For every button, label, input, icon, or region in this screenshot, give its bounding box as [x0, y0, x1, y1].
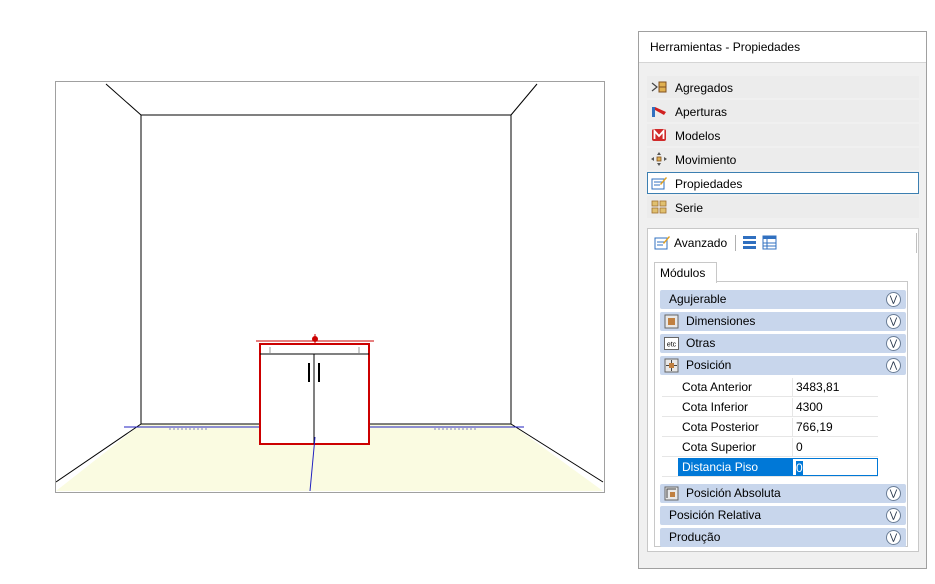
etc-icon: etc	[664, 337, 679, 350]
chevron-down-icon[interactable]: ⋁	[886, 336, 901, 351]
chevron-down-icon[interactable]: ⋁	[886, 530, 901, 545]
property-name: Cota Anterior	[682, 380, 753, 394]
property-row-distancia-piso[interactable]: Distancia Piso 0	[662, 458, 878, 477]
section-label: Agujerable	[669, 292, 727, 306]
aperturas-icon	[652, 107, 666, 117]
property-name: Cota Posterior	[682, 420, 759, 434]
property-name: Cota Inferior	[682, 400, 749, 414]
svg-text:etc: etc	[667, 342, 677, 349]
property-row-cota-posterior[interactable]: Cota Posterior 766,19	[662, 418, 878, 437]
property-row-cota-anterior[interactable]: Cota Anterior 3483,81	[662, 378, 878, 397]
tools-properties-panel: Herramientas - Propiedades Agregados Ape…	[638, 31, 927, 569]
tool-label: Movimiento	[675, 153, 737, 167]
section-posicion[interactable]: Posición ⋀	[660, 356, 906, 375]
property-value[interactable]: 766,19	[792, 418, 878, 436]
property-value[interactable]: 3483,81	[792, 378, 878, 396]
section-producao[interactable]: Produção ⋁	[660, 528, 906, 547]
property-value[interactable]: 4300	[792, 398, 878, 416]
advanced-toolbar: Avanzado	[648, 229, 918, 255]
modelos-icon	[652, 128, 666, 141]
chevron-up-icon[interactable]: ⋀	[886, 358, 901, 373]
selected-value-text[interactable]: 0	[796, 461, 803, 475]
section-posicion-relativa[interactable]: Posición Relativa ⋁	[660, 506, 906, 525]
tool-label: Serie	[675, 201, 704, 215]
tool-label: Modelos	[675, 129, 721, 143]
tool-label: Propiedades	[675, 177, 743, 191]
section-label: Produção	[669, 530, 721, 544]
3d-viewport[interactable]	[55, 81, 605, 493]
propiedades-icon	[651, 177, 667, 190]
cabinet-module	[256, 334, 374, 445]
section-label: Posición Relativa	[669, 508, 762, 522]
tool-aperturas[interactable]: Aperturas	[647, 100, 919, 122]
room-scene	[56, 83, 604, 492]
chevron-down-icon[interactable]: ⋁	[886, 292, 901, 307]
panel-title: Herramientas - Propiedades	[650, 40, 801, 54]
section-dimensiones[interactable]: Dimensiones ⋁	[660, 312, 906, 331]
tab-label: Módulos	[660, 266, 706, 280]
tool-modelos[interactable]: Modelos	[647, 124, 919, 146]
property-name: Distancia Piso	[678, 458, 792, 476]
toolbar-separator	[735, 235, 736, 251]
section-label: Dimensiones	[686, 314, 756, 328]
section-otras[interactable]: etc Otras ⋁	[660, 334, 906, 353]
avanzado-label[interactable]: Avanzado	[674, 236, 727, 250]
toolbar-edge	[916, 233, 917, 253]
dimensiones-icon	[664, 314, 679, 329]
tool-label: Agregados	[675, 81, 734, 95]
posicion-absoluta-icon	[664, 486, 679, 501]
categorized-view-icon[interactable]	[742, 235, 757, 250]
chevron-down-icon[interactable]: ⋁	[886, 314, 901, 329]
tool-label: Aperturas	[675, 105, 728, 119]
section-label: Otras	[686, 336, 716, 350]
property-value-input[interactable]: 0	[792, 458, 878, 476]
tool-serie[interactable]: Serie	[647, 196, 919, 218]
tab-modulos[interactable]: Módulos	[654, 262, 717, 283]
chevron-down-icon[interactable]: ⋁	[886, 508, 901, 523]
section-label: Posición Absoluta	[686, 486, 781, 500]
property-row-cota-superior[interactable]: Cota Superior 0	[662, 438, 878, 457]
tool-agregados[interactable]: Agregados	[647, 76, 919, 98]
serie-icon	[651, 200, 667, 214]
chevron-down-icon[interactable]: ⋁	[886, 486, 901, 501]
section-posicion-absoluta[interactable]: Posición Absoluta ⋁	[660, 484, 906, 503]
tool-movimiento[interactable]: Movimiento	[647, 148, 919, 170]
posicion-icon	[664, 358, 679, 373]
movimiento-icon	[651, 152, 667, 166]
tool-propiedades[interactable]: Propiedades	[647, 172, 919, 194]
alphabetical-view-icon[interactable]	[762, 235, 777, 250]
property-row-cota-inferior[interactable]: Cota Inferior 4300	[662, 398, 878, 417]
section-label: Posición	[686, 358, 732, 372]
property-name: Cota Superior	[682, 440, 757, 454]
agregados-icon	[651, 81, 667, 93]
advanced-properties-box: Avanzado Módulos Agujerable ⋁ Dimensione…	[647, 228, 919, 552]
section-agujerable[interactable]: Agujerable ⋁	[660, 290, 906, 309]
avanzado-icon[interactable]	[654, 235, 670, 250]
property-value[interactable]: 0	[792, 438, 878, 456]
panel-title-bar: Herramientas - Propiedades	[639, 32, 926, 63]
